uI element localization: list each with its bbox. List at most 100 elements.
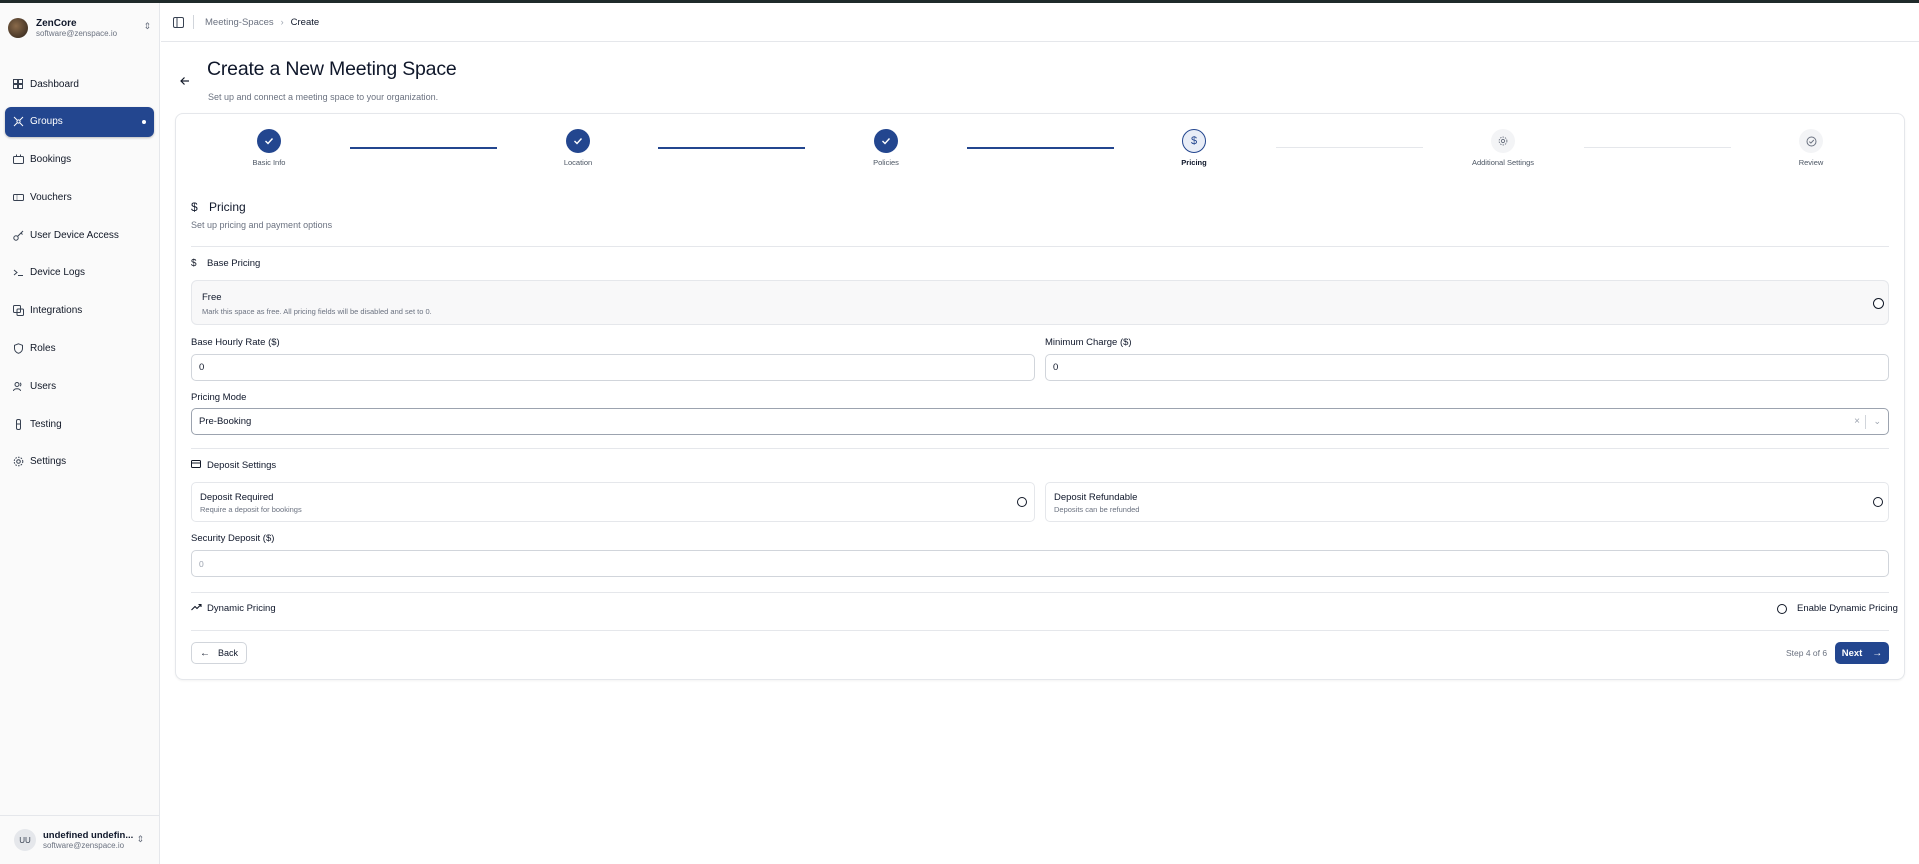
org-email: software@zenspace.io <box>36 29 118 39</box>
page-title: Create a New Meeting Space <box>207 58 457 80</box>
sidebar-item-users[interactable]: Users <box>5 371 154 401</box>
next-button[interactable]: Next → <box>1835 642 1889 664</box>
clear-icon[interactable]: × <box>1854 416 1860 427</box>
user-menu[interactable]: UU undefined undefin... software@zenspac… <box>0 815 160 864</box>
user-name: undefined undefin... <box>43 829 134 841</box>
deposit-required-description: Require a deposit for bookings <box>200 505 302 514</box>
deposit-refundable-title: Deposit Refundable <box>1054 492 1138 503</box>
chevrons-up-down-icon: ⇕ <box>136 834 144 844</box>
sidebar-item-user-device-access[interactable]: User Device Access <box>5 220 154 250</box>
sidebar-toggle-icon[interactable] <box>171 15 185 29</box>
step-connector <box>350 147 497 149</box>
gear-icon <box>12 456 24 468</box>
back-arrow-icon[interactable] <box>180 74 192 86</box>
base-hourly-rate-label: Base Hourly Rate ($) <box>191 337 280 348</box>
check-icon <box>257 129 281 153</box>
deposit-settings-heading: Deposit Settings <box>191 460 276 471</box>
pricing-mode-select[interactable]: Pre-Booking × ⌄ <box>191 408 1889 435</box>
vouchers-icon <box>12 191 24 203</box>
sidebar-item-testing[interactable]: Testing <box>5 409 154 439</box>
org-name: ZenCore <box>36 17 77 29</box>
divider <box>191 630 1889 631</box>
terminal-icon <box>12 267 24 279</box>
step-location[interactable]: Location <box>518 129 638 167</box>
user-email: software@zenspace.io <box>43 840 125 850</box>
step-label: Pricing <box>1181 158 1207 167</box>
deposit-refundable-radio[interactable] <box>1873 497 1883 507</box>
sidebar-item-label: Testing <box>30 418 62 430</box>
back-button[interactable]: ← Back <box>191 642 247 664</box>
sidebar-item-dashboard[interactable]: Dashboard <box>5 69 154 99</box>
chevron-right-icon: › <box>280 17 284 27</box>
base-hourly-rate-input[interactable]: 0 <box>191 354 1035 381</box>
top-header: Meeting-Spaces › Create <box>161 3 1919 42</box>
sidebar-nav: Dashboard Groups Bookings Vouchers User … <box>5 69 154 485</box>
dynamic-pricing-label: Dynamic Pricing <box>207 603 276 614</box>
chevron-down-icon[interactable]: ⌄ <box>1873 416 1881 427</box>
security-deposit-label: Security Deposit ($) <box>191 533 275 544</box>
key-icon <box>12 229 24 241</box>
next-button-label: Next <box>1841 647 1863 659</box>
gear-icon <box>1491 129 1515 153</box>
step-pricing[interactable]: $ Pricing <box>1134 129 1254 167</box>
sidebar-item-settings[interactable]: Settings <box>5 447 154 477</box>
back-button-label: Back <box>217 648 238 658</box>
step-label: Additional Settings <box>1471 158 1535 167</box>
sidebar-item-label: User Device Access <box>30 229 119 241</box>
pricing-mode-label: Pricing Mode <box>191 392 247 403</box>
security-deposit-input[interactable]: 0 <box>191 550 1889 577</box>
sidebar-item-label: Settings <box>30 456 67 468</box>
header-divider <box>193 15 194 29</box>
flask-icon <box>12 418 24 430</box>
pricing-mode-value: Pre-Booking <box>199 416 252 427</box>
org-logo <box>8 18 28 38</box>
step-basic-info[interactable]: Basic Info <box>209 129 329 167</box>
sidebar-item-device-logs[interactable]: Device Logs <box>5 258 154 288</box>
sidebar-item-label: Users <box>30 380 57 392</box>
step-additional-settings[interactable]: Additional Settings <box>1443 129 1563 167</box>
dollar-icon: $ <box>1182 129 1206 153</box>
integrations-icon <box>12 305 24 317</box>
shield-icon <box>12 343 24 355</box>
sidebar-item-label: Dashboard <box>30 78 79 90</box>
sidebar-item-vouchers[interactable]: Vouchers <box>5 182 154 212</box>
deposit-required-option[interactable]: Deposit Required Require a deposit for b… <box>191 482 1035 522</box>
check-icon <box>566 129 590 153</box>
minimum-charge-label: Minimum Charge ($) <box>1045 337 1132 348</box>
sidebar-item-bookings[interactable]: Bookings <box>5 145 154 175</box>
enable-dynamic-pricing-label: Enable Dynamic Pricing <box>1797 603 1898 614</box>
step-policies[interactable]: Policies <box>826 129 946 167</box>
enable-dynamic-pricing-toggle[interactable]: Enable Dynamic Pricing <box>1777 603 1898 614</box>
select-divider <box>1865 415 1866 429</box>
arrow-left-icon: ← <box>199 647 210 659</box>
deposit-required-radio[interactable] <box>1017 497 1027 507</box>
free-option[interactable]: Free Mark this space as free. All pricin… <box>191 280 1889 325</box>
deposit-refundable-option[interactable]: Deposit Refundable Deposits can be refun… <box>1045 482 1889 522</box>
breadcrumb-meeting-spaces[interactable]: Meeting-Spaces <box>205 17 274 28</box>
step-label: Policies <box>873 158 899 167</box>
breadcrumb: Meeting-Spaces › Create <box>205 17 319 28</box>
divider <box>191 246 1889 247</box>
enable-dynamic-pricing-radio[interactable] <box>1777 603 1787 614</box>
trending-up-icon <box>191 603 202 614</box>
dollar-icon: $ <box>191 258 197 269</box>
step-review[interactable]: Review <box>1751 129 1871 167</box>
form-card <box>175 113 1905 680</box>
step-counter: Step 4 of 6 <box>1786 648 1828 658</box>
free-radio[interactable] <box>1873 298 1884 309</box>
groups-icon <box>12 116 24 128</box>
check-circle-icon <box>1799 129 1823 153</box>
section-title-text: Pricing <box>209 200 246 214</box>
page-subtitle: Set up and connect a meeting space to yo… <box>208 92 439 102</box>
sidebar-item-groups[interactable]: Groups <box>5 106 154 137</box>
bookings-icon <box>12 154 24 166</box>
free-title: Free <box>202 292 222 303</box>
sidebar-item-integrations[interactable]: Integrations <box>5 296 154 326</box>
sidebar-item-label: Bookings <box>30 154 72 166</box>
minimum-charge-input[interactable]: 0 <box>1045 354 1889 381</box>
base-pricing-label: Base Pricing <box>207 258 261 269</box>
org-switcher[interactable]: ZenCore software@zenspace.io ⇕ <box>8 12 153 44</box>
step-connector <box>658 147 805 149</box>
divider <box>191 448 1889 449</box>
sidebar-item-roles[interactable]: Roles <box>5 334 154 364</box>
